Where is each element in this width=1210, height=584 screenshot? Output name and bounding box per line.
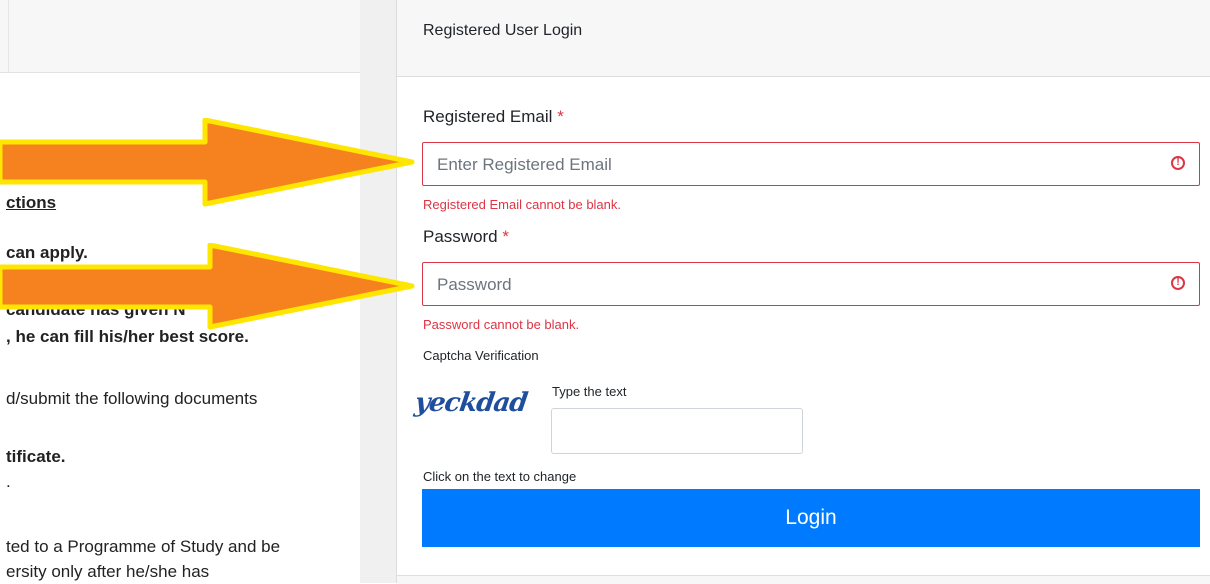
captcha-input-label: Type the text [552, 384, 627, 399]
instruction-line: ted to a Programme of Study and be [6, 537, 281, 556]
password-error-message: Password cannot be blank. [423, 317, 580, 332]
header-divider [8, 0, 9, 72]
login-card: Registered User Login Registered Email *… [396, 0, 1210, 584]
email-field-wrapper: ! [422, 142, 1200, 187]
required-mark: * [502, 227, 509, 246]
password-label: Password * [423, 227, 509, 247]
email-field[interactable] [423, 143, 1169, 187]
instruction-line: ersity only after he/she has [6, 562, 210, 581]
captcha-input[interactable] [551, 408, 803, 454]
password-field[interactable] [423, 263, 1169, 307]
instructions-header [0, 0, 360, 73]
captcha-image[interactable]: yeckdad [413, 388, 529, 418]
email-error-message: Registered Email cannot be blank. [423, 197, 622, 212]
annotation-arrow-password [0, 243, 415, 330]
captcha-change-hint: Click on the text to change [423, 469, 577, 484]
email-label-text: Registered Email [423, 107, 553, 126]
required-mark: * [557, 107, 564, 126]
instruction-line: tificate. [6, 447, 66, 466]
annotation-arrow-email [0, 118, 415, 207]
instruction-line: d/submit the following documents [6, 389, 258, 408]
login-button[interactable]: Login [422, 489, 1200, 547]
error-icon: ! [1171, 276, 1185, 290]
password-label-text: Password [423, 227, 498, 246]
login-title: Registered User Login [423, 22, 583, 39]
login-card-header: Registered User Login [397, 0, 1210, 77]
instruction-line: . [6, 472, 11, 491]
captcha-title: Captcha Verification [423, 348, 539, 363]
email-label: Registered Email * [423, 107, 564, 127]
password-field-wrapper: ! [422, 262, 1200, 307]
error-icon: ! [1171, 156, 1185, 170]
